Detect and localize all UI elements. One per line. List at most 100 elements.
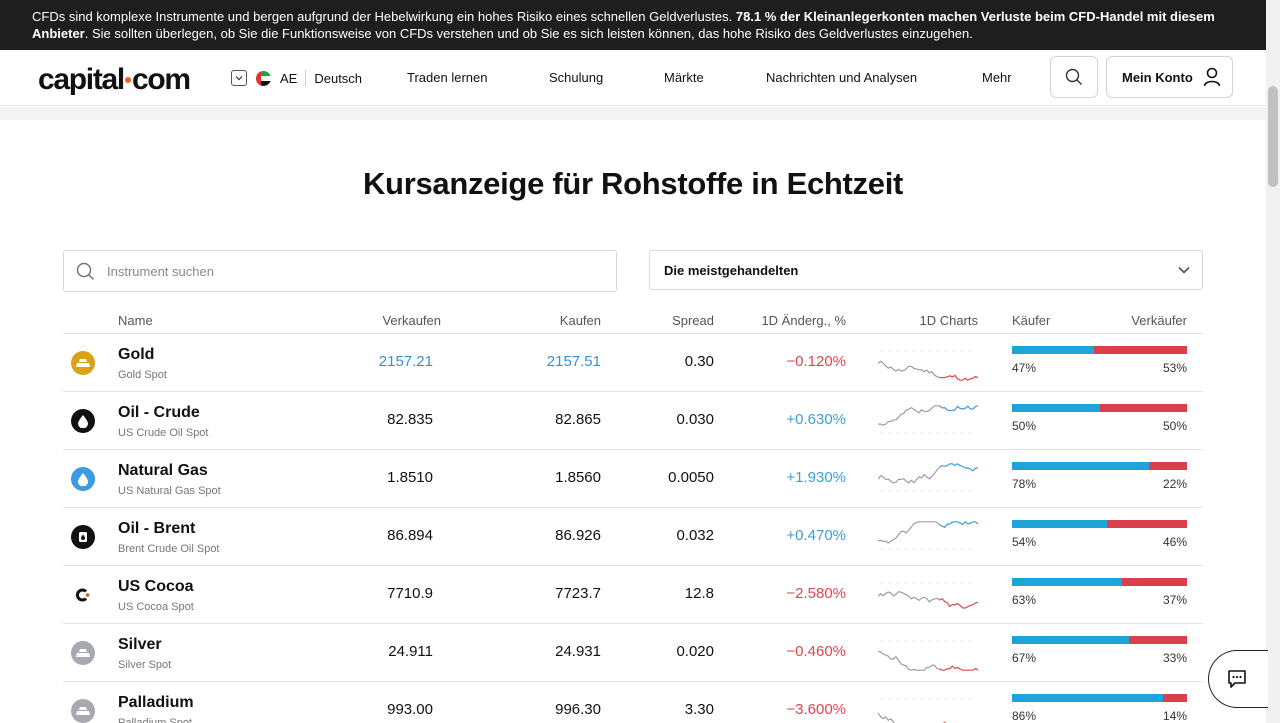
brent-icon	[71, 525, 95, 549]
daily-change: −3.600%	[786, 701, 846, 718]
col-buyers: Käufer	[1012, 313, 1051, 328]
instrument-name[interactable]: Natural Gas	[118, 462, 208, 480]
buy-price[interactable]: 1.8560	[555, 469, 601, 486]
sellers-percent: 50%	[1162, 419, 1187, 433]
capital-logo[interactable]: capital com	[38, 63, 191, 97]
search-icon	[76, 262, 95, 280]
buy-price[interactable]: 996.30	[555, 701, 601, 718]
sentiment-bar	[1012, 346, 1187, 354]
buyers-fill	[1012, 462, 1149, 470]
table-row[interactable]: Natural Gas US Natural Gas Spot 1.8510 1.85…	[63, 450, 1203, 508]
instrument-name[interactable]: Gold	[118, 346, 154, 364]
instrument-search[interactable]	[63, 250, 617, 292]
risk-warning-banner: CFDs sind komplexe Instrumente und berge…	[0, 0, 1266, 50]
table-row[interactable]: Oil - Brent Brent Crude Oil Spot 86.894 86.…	[63, 508, 1203, 566]
instrument-subtitle: US Crude Oil Spot	[118, 427, 209, 439]
header-shadow-strip	[0, 107, 1266, 120]
instrument-subtitle: Brent Crude Oil Spot	[118, 543, 220, 555]
sellers-percent: 22%	[1162, 477, 1187, 491]
daily-change: +0.630%	[786, 411, 846, 428]
risk-text-2: . Sie sollten überlegen, ob Sie die Funk…	[84, 26, 973, 41]
chat-icon	[1227, 670, 1246, 688]
instrument-search-input[interactable]	[107, 263, 587, 279]
spread-value: 0.0050	[668, 469, 714, 486]
sentiment-bar	[1012, 404, 1187, 412]
table-row[interactable]: Silver Silver Spot 24.911 24.931 0.020 −0.460…	[63, 624, 1203, 682]
chevron-down-icon	[231, 70, 247, 86]
table-row[interactable]: Oil - Crude US Crude Oil Spot 82.835 82.865…	[63, 392, 1203, 450]
sentiment-bar	[1012, 694, 1187, 702]
spread-value: 0.30	[684, 353, 714, 370]
buyers-percent: 86%	[1012, 709, 1037, 723]
nav-maerkte[interactable]: Märkte	[664, 70, 704, 85]
buy-price[interactable]: 2157.51	[547, 353, 601, 370]
daily-change: +0.470%	[786, 527, 846, 544]
risk-text-1: CFDs sind komplexe Instrumente und berge…	[32, 9, 733, 24]
buy-price[interactable]: 24.931	[555, 643, 601, 660]
gold-icon	[71, 351, 95, 375]
divider	[305, 70, 307, 86]
buyers-fill	[1012, 346, 1095, 354]
col-name: Name	[118, 313, 153, 328]
buyers-fill	[1012, 694, 1163, 702]
logo-dot	[124, 77, 131, 83]
nav-traden-lernen[interactable]: Traden lernen	[407, 70, 487, 85]
buyers-percent: 47%	[1012, 361, 1037, 375]
buyers-percent: 54%	[1012, 535, 1037, 549]
instrument-subtitle: Silver Spot	[118, 659, 172, 671]
instrument-name[interactable]: Oil - Brent	[118, 520, 195, 538]
table-row[interactable]: US Cocoa US Cocoa Spot 7710.9 7723.7 12.8 −2.…	[63, 566, 1203, 624]
nav-mehr[interactable]: Mehr	[982, 70, 1012, 85]
table-row[interactable]: Palladium Palladium Spot 993.00 996.30 3.30 −…	[63, 682, 1203, 723]
sparkline-chart	[878, 582, 979, 609]
sort-filter-dropdown[interactable]: Die meistgehandelten	[649, 250, 1203, 290]
spread-value: 12.8	[684, 585, 714, 602]
sort-filter-value: Die meistgehandelten	[664, 262, 799, 278]
my-account-button[interactable]: Mein Konto	[1106, 56, 1233, 98]
sell-price[interactable]: 86.894	[387, 527, 433, 544]
instrument-name[interactable]: Oil - Crude	[118, 404, 200, 422]
gas-drop-icon	[71, 467, 95, 491]
instrument-name[interactable]: Palladium	[118, 694, 194, 712]
buy-price[interactable]: 82.865	[555, 411, 601, 428]
nav-schulung[interactable]: Schulung	[549, 70, 603, 85]
sparkline-chart	[878, 640, 979, 671]
page-scrollbar[interactable]	[1266, 0, 1280, 723]
col-spread: Spread	[672, 313, 714, 328]
instrument-subtitle: Gold Spot	[118, 369, 167, 381]
page-title: Kursanzeige für Rohstoffe in Echtzeit	[362, 166, 904, 201]
daily-change: −0.460%	[786, 643, 846, 660]
uae-flag-icon	[256, 70, 271, 86]
sparkline-chart	[878, 698, 971, 723]
instrument-name[interactable]: US Cocoa	[118, 578, 194, 596]
region-code: AE	[280, 70, 298, 86]
sell-price[interactable]: 24.911	[388, 643, 433, 660]
col-change: 1D Änderg., %	[761, 313, 846, 328]
chat-button[interactable]	[1208, 650, 1268, 708]
sellers-percent: 46%	[1162, 535, 1187, 549]
language-label: Deutsch	[314, 70, 363, 86]
buyers-fill	[1012, 636, 1130, 644]
buy-price[interactable]: 86.926	[555, 527, 601, 544]
chevron-down-icon	[1178, 266, 1190, 274]
buyers-percent: 67%	[1012, 651, 1037, 665]
sell-price[interactable]: 1.8510	[387, 469, 433, 486]
table-row[interactable]: Gold Gold Spot 2157.21 2157.51 0.30 −0.120% 47…	[63, 334, 1203, 392]
scrollbar-thumb[interactable]	[1268, 86, 1278, 187]
daily-change: −0.120%	[786, 353, 846, 370]
header-search-button[interactable]	[1050, 56, 1098, 98]
instrument-name[interactable]: Silver	[118, 636, 162, 654]
col-charts: 1D Charts	[919, 313, 978, 328]
sell-price[interactable]: 993.00	[387, 701, 433, 718]
sell-price[interactable]: 2157.21	[379, 353, 433, 370]
buy-price[interactable]: 7723.7	[555, 585, 601, 602]
nav-nachrichten-analysen[interactable]: Nachrichten und Analysen	[766, 70, 917, 85]
user-icon	[1203, 67, 1221, 87]
region-language-selector[interactable]: AE Deutsch	[231, 70, 362, 86]
sell-price[interactable]: 82.835	[387, 411, 433, 428]
logo-text-right: com	[131, 63, 191, 96]
buyers-fill	[1012, 404, 1100, 412]
sell-price[interactable]: 7710.9	[387, 585, 433, 602]
spread-value: 0.030	[676, 411, 714, 428]
sparkline-chart	[878, 350, 979, 381]
